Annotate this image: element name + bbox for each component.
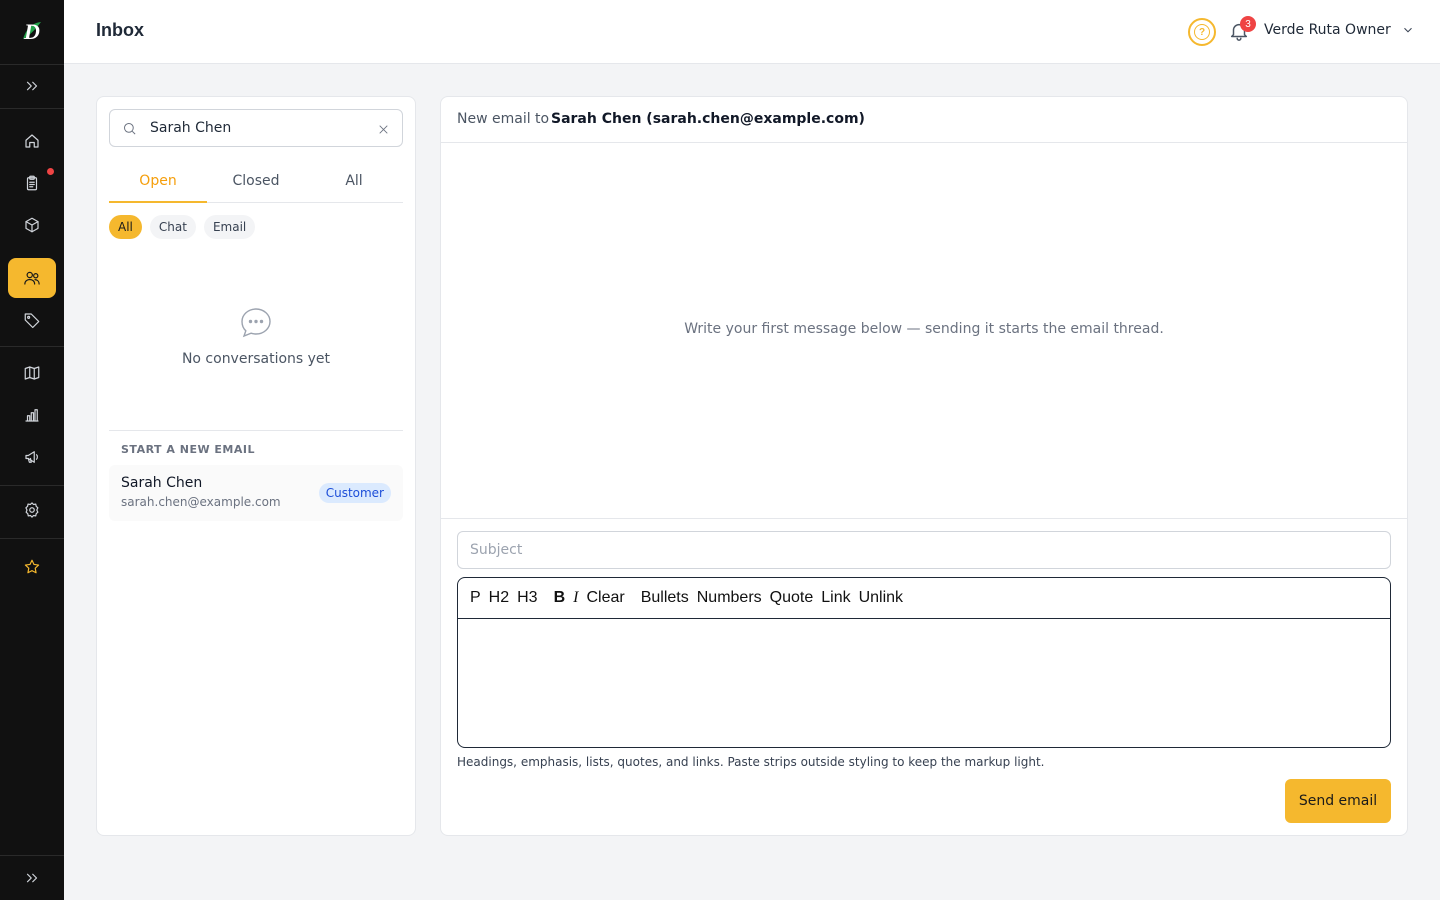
subject-field (457, 531, 1391, 569)
question-icon: ? (1194, 24, 1210, 40)
sidebar-item-home[interactable] (8, 121, 56, 161)
clear-format-button[interactable]: Clear (586, 589, 624, 607)
notification-count-badge: 3 (1240, 16, 1256, 32)
sidebar-item-products[interactable] (8, 205, 56, 245)
sidebar-item-analytics[interactable] (8, 395, 56, 435)
tab-closed[interactable]: Closed (207, 163, 305, 202)
quote-button[interactable]: Quote (770, 589, 814, 607)
italic-button[interactable]: I (573, 589, 578, 607)
filter-chat[interactable]: Chat (149, 215, 196, 239)
chevron-down-icon (1403, 27, 1412, 33)
section-divider (109, 430, 403, 431)
tag-icon (24, 313, 40, 329)
sidebar-item-settings[interactable] (8, 490, 56, 530)
conversation-list-panel: Open Closed All All Chat Email No conver… (96, 96, 416, 836)
sidebar-item-discounts[interactable] (8, 300, 56, 340)
heading3-button[interactable]: H3 (517, 589, 537, 607)
contact-name: Sarah Chen (121, 475, 203, 491)
search-icon (122, 121, 137, 140)
recipient-bar: New email to Sarah Chen (sarah.chen@exam… (441, 97, 1407, 143)
chevrons-right-icon (26, 81, 38, 91)
conversation-search (109, 109, 403, 147)
tab-all[interactable]: All (305, 163, 403, 202)
sidebar-item-orders[interactable] (8, 163, 56, 203)
clear-search-button[interactable] (377, 121, 390, 140)
user-name: Verde Ruta Owner (1264, 22, 1391, 38)
bullets-button[interactable]: Bullets (641, 589, 689, 607)
logo-icon: D (23, 19, 41, 44)
message-body-input[interactable] (458, 620, 1390, 747)
bar-chart-icon (25, 409, 39, 422)
rich-text-editor: P H2 H3 B I Clear Bullets Numbers Quote … (457, 577, 1391, 748)
users-icon (24, 271, 40, 285)
sidebar: D (0, 0, 64, 900)
map-icon (24, 366, 40, 380)
top-header: Inbox ? 3 Verde Ruta Owner (64, 0, 1440, 64)
sidebar-divider (0, 855, 64, 856)
sidebar-item-marketing[interactable] (8, 437, 56, 477)
home-icon (25, 134, 39, 148)
compose-divider (441, 518, 1407, 519)
sidebar-item-guides[interactable] (8, 353, 56, 393)
tab-open[interactable]: Open (109, 163, 207, 203)
sidebar-divider (0, 108, 64, 109)
user-menu[interactable]: Verde Ruta Owner (1264, 22, 1415, 38)
unlink-button[interactable]: Unlink (859, 589, 903, 607)
search-input[interactable] (150, 118, 370, 138)
notification-dot (47, 168, 54, 175)
expand-sidebar-button[interactable] (8, 66, 56, 106)
empty-state: No conversations yet (97, 305, 415, 367)
send-email-button[interactable]: Send email (1285, 779, 1391, 823)
recipient-value: Sarah Chen (sarah.chen@example.com) (551, 111, 865, 127)
heading2-button[interactable]: H2 (489, 589, 509, 607)
status-tabs: Open Closed All (109, 163, 403, 203)
sidebar-divider (0, 485, 64, 486)
thread-hint: Write your first message below — sending… (684, 321, 1164, 337)
customer-badge: Customer (318, 483, 391, 503)
app-logo[interactable]: D (0, 0, 64, 64)
svg-text:D: D (23, 19, 40, 44)
megaphone-icon (25, 451, 38, 463)
notifications-button[interactable]: 3 (1228, 16, 1256, 44)
compose-panel: New email to Sarah Chen (sarah.chen@exam… (440, 96, 1408, 836)
filter-email[interactable]: Email (203, 215, 256, 239)
new-email-heading: START A NEW EMAIL (121, 443, 255, 456)
bold-button[interactable]: B (554, 589, 566, 607)
gear-icon (25, 502, 39, 518)
editor-toolbar: P H2 H3 B I Clear Bullets Numbers Quote … (458, 578, 1390, 619)
sidebar-item-favorites[interactable] (8, 547, 56, 587)
sidebar-item-customers[interactable] (8, 258, 56, 298)
link-button[interactable]: Link (821, 589, 850, 607)
contact-email: sarah.chen@example.com (121, 495, 281, 509)
page-title: Inbox (96, 20, 144, 40)
box-icon (25, 217, 39, 233)
sidebar-divider (0, 538, 64, 539)
paragraph-button[interactable]: P (470, 589, 481, 607)
contact-suggestion[interactable]: Sarah Chen sarah.chen@example.com Custom… (109, 465, 403, 521)
sidebar-divider (0, 64, 64, 65)
help-button[interactable]: ? (1188, 18, 1216, 46)
filter-all[interactable]: All (109, 215, 142, 239)
editor-helper-text: Headings, emphasis, lists, quotes, and l… (457, 755, 1045, 769)
star-icon (24, 559, 40, 574)
collapse-toggle-button[interactable] (8, 858, 56, 898)
empty-state-text: No conversations yet (181, 351, 331, 367)
close-icon (379, 125, 388, 134)
chat-bubble-icon (97, 305, 415, 341)
recipient-label: New email to (457, 111, 550, 127)
numbers-button[interactable]: Numbers (697, 589, 762, 607)
clipboard-icon (26, 175, 38, 191)
channel-filters: All Chat Email (109, 215, 256, 239)
sidebar-divider (0, 346, 64, 347)
chevrons-right-icon (26, 873, 38, 883)
subject-input[interactable] (470, 540, 1370, 560)
